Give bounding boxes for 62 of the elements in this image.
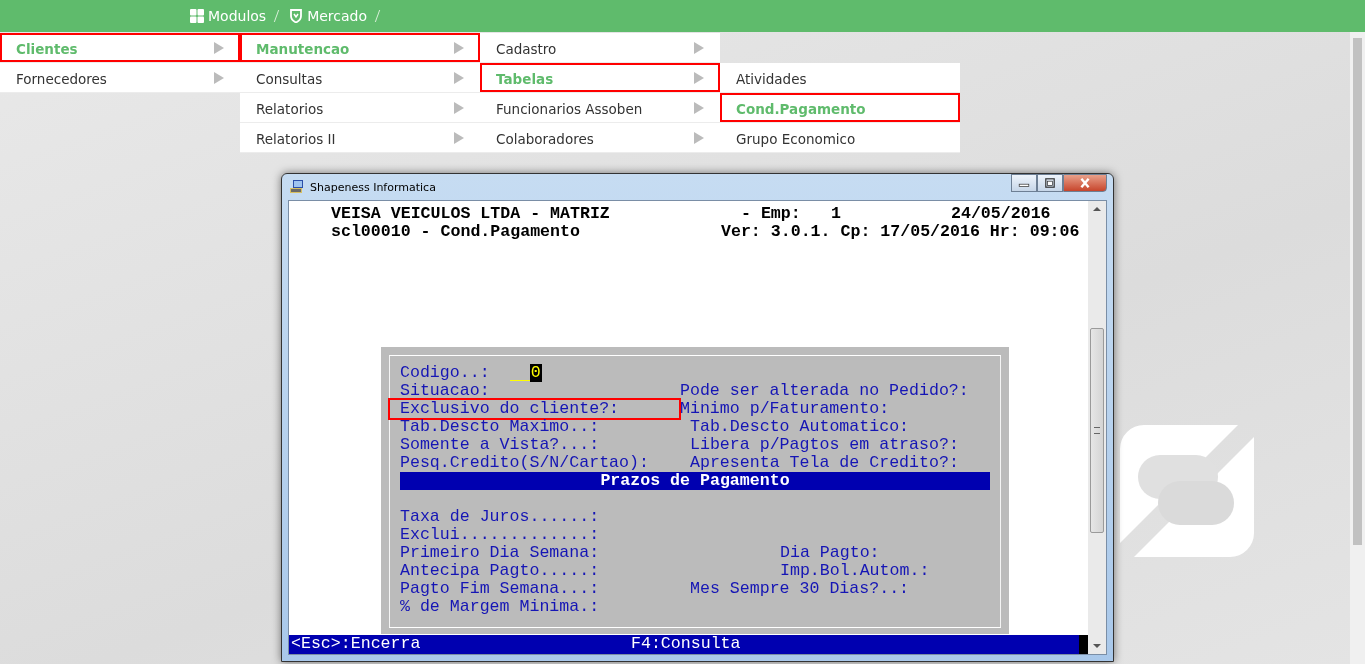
key-hint: <Esc>:Encerra	[291, 635, 421, 653]
field-label: Taxa de Juros......:	[400, 508, 600, 526]
field-label: Tab.Descto Automatico:	[690, 418, 910, 436]
field-label: Dia Pagto:	[780, 544, 880, 562]
field-label: Apresenta Tela de Credito?:	[690, 454, 959, 472]
field-label: Pesq.Credito(S/N/Cartao):	[400, 454, 649, 472]
close-icon	[1079, 178, 1091, 188]
arrow-icon	[454, 72, 464, 84]
field-label: Exclui.............:	[400, 526, 600, 544]
menu-item[interactable]: Colaboradores	[480, 123, 720, 153]
field-label: Imp.Bol.Autom.:	[780, 562, 930, 580]
cursor-block	[1079, 635, 1088, 654]
close-button[interactable]	[1063, 174, 1107, 192]
company-label: - Emp:	[741, 205, 802, 223]
field-label: Pode ser alterada no Pedido?:	[680, 382, 969, 400]
maximize-icon	[1044, 178, 1056, 188]
arrow-icon	[454, 132, 464, 144]
field-label: Somente a Vista?...:	[400, 436, 600, 454]
arrow-icon	[694, 72, 704, 84]
key-hint: F4:Consulta	[631, 635, 741, 653]
arrow-icon	[214, 72, 224, 84]
computer-icon	[289, 179, 305, 195]
menu-item[interactable]: Relatorios	[240, 93, 480, 123]
company-number: 1	[831, 205, 842, 223]
code-field[interactable]: 0	[509, 364, 542, 382]
field-label: Mes Sempre 30 Dias?..:	[690, 580, 910, 598]
logo-icon	[1120, 425, 1254, 557]
field-label: Libera p/Pagtos em atraso?:	[690, 436, 959, 454]
date-text: 24/05/2016	[951, 205, 1051, 223]
arrow-icon	[694, 132, 704, 144]
field-label: Antecipa Pagto.....:	[400, 562, 600, 580]
arrow-icon	[454, 42, 464, 54]
section-header: Prazos de Pagamento	[400, 472, 990, 490]
maximize-button[interactable]	[1037, 174, 1063, 192]
scrollbar[interactable]	[1350, 32, 1365, 664]
menu-item[interactable]: Cadastro	[480, 33, 720, 63]
field-label: Minimo p/Faturamento:	[680, 400, 890, 418]
field-label: Situacao:	[400, 382, 490, 400]
company-name: VEISA VEICULOS LTDA - MATRIZ	[331, 205, 611, 223]
grid-icon	[190, 9, 204, 23]
field-label: Pagto Fim Semana...:	[400, 580, 600, 598]
menu-item[interactable]: Grupo Economico	[720, 123, 960, 153]
field-label: % de Margem Minima.:	[400, 598, 600, 616]
field-label: Codigo..:	[400, 364, 490, 382]
arrow-icon	[694, 42, 704, 54]
arrow-icon	[694, 102, 704, 114]
arrow-icon	[454, 102, 464, 114]
field-label: Tab.Descto Maximo..:	[400, 418, 600, 436]
arrow-icon	[214, 42, 224, 54]
minimize-button[interactable]	[1011, 174, 1037, 192]
menu-item[interactable]: Funcionarios Assoben	[480, 93, 720, 123]
version-text: Ver: 3.0.1. Cp: 17/05/2016 Hr: 09:06	[721, 223, 1080, 241]
scrollbar[interactable]	[1088, 201, 1106, 654]
menu-item[interactable]: Consultas	[240, 63, 480, 93]
shield-icon	[289, 9, 304, 23]
field-label: Exclusivo do cliente?:	[390, 400, 680, 418]
program-title: scl00010 - Cond.Pagamento	[331, 223, 581, 241]
window-title: Shapeness Informatica	[310, 180, 437, 194]
menu-item[interactable]: Fornecedores	[0, 63, 240, 93]
menu-item[interactable]: Relatorios II	[240, 123, 480, 153]
field-label: Primeiro Dia Semana:	[400, 544, 600, 562]
menu-item[interactable]: Atividades	[720, 63, 960, 93]
